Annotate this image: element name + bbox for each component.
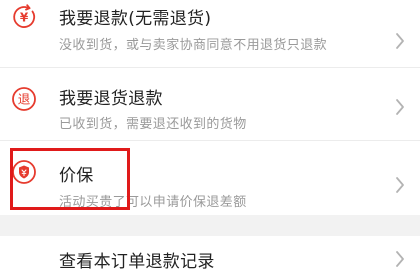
highlight-box [10, 148, 130, 210]
chevron-right-icon [394, 32, 406, 50]
svg-text:退: 退 [18, 92, 31, 107]
return-and-refund-title: 我要退货退款 [59, 89, 163, 109]
return-and-refund-subtitle: 已收到货，需要退还收到的货物 [59, 117, 247, 132]
refund-only-subtitle: 没收到货，或与卖家协商同意不用退货只退款 [59, 38, 328, 53]
refund-records-title: 查看本订单退款记录 [59, 252, 215, 272]
chevron-right-icon [394, 250, 406, 268]
chevron-right-icon [394, 176, 406, 194]
refund-only-title: 我要退款(无需退货) [59, 9, 212, 29]
svg-text:¥: ¥ [20, 11, 29, 25]
yen-return-icon: ¥ [11, 4, 37, 30]
return-goods-icon: 退 [11, 86, 37, 112]
return-and-refund-option[interactable]: 退 我要退货退款 已收到货，需要退还收到的货物 [0, 68, 420, 140]
refund-only-option[interactable]: ¥ 我要退款(无需退货) 没收到货，或与卖家协商同意不用退货只退款 [0, 0, 420, 67]
chevron-right-icon [394, 98, 406, 116]
refund-records-link[interactable]: 查看本订单退款记录 [0, 236, 420, 280]
